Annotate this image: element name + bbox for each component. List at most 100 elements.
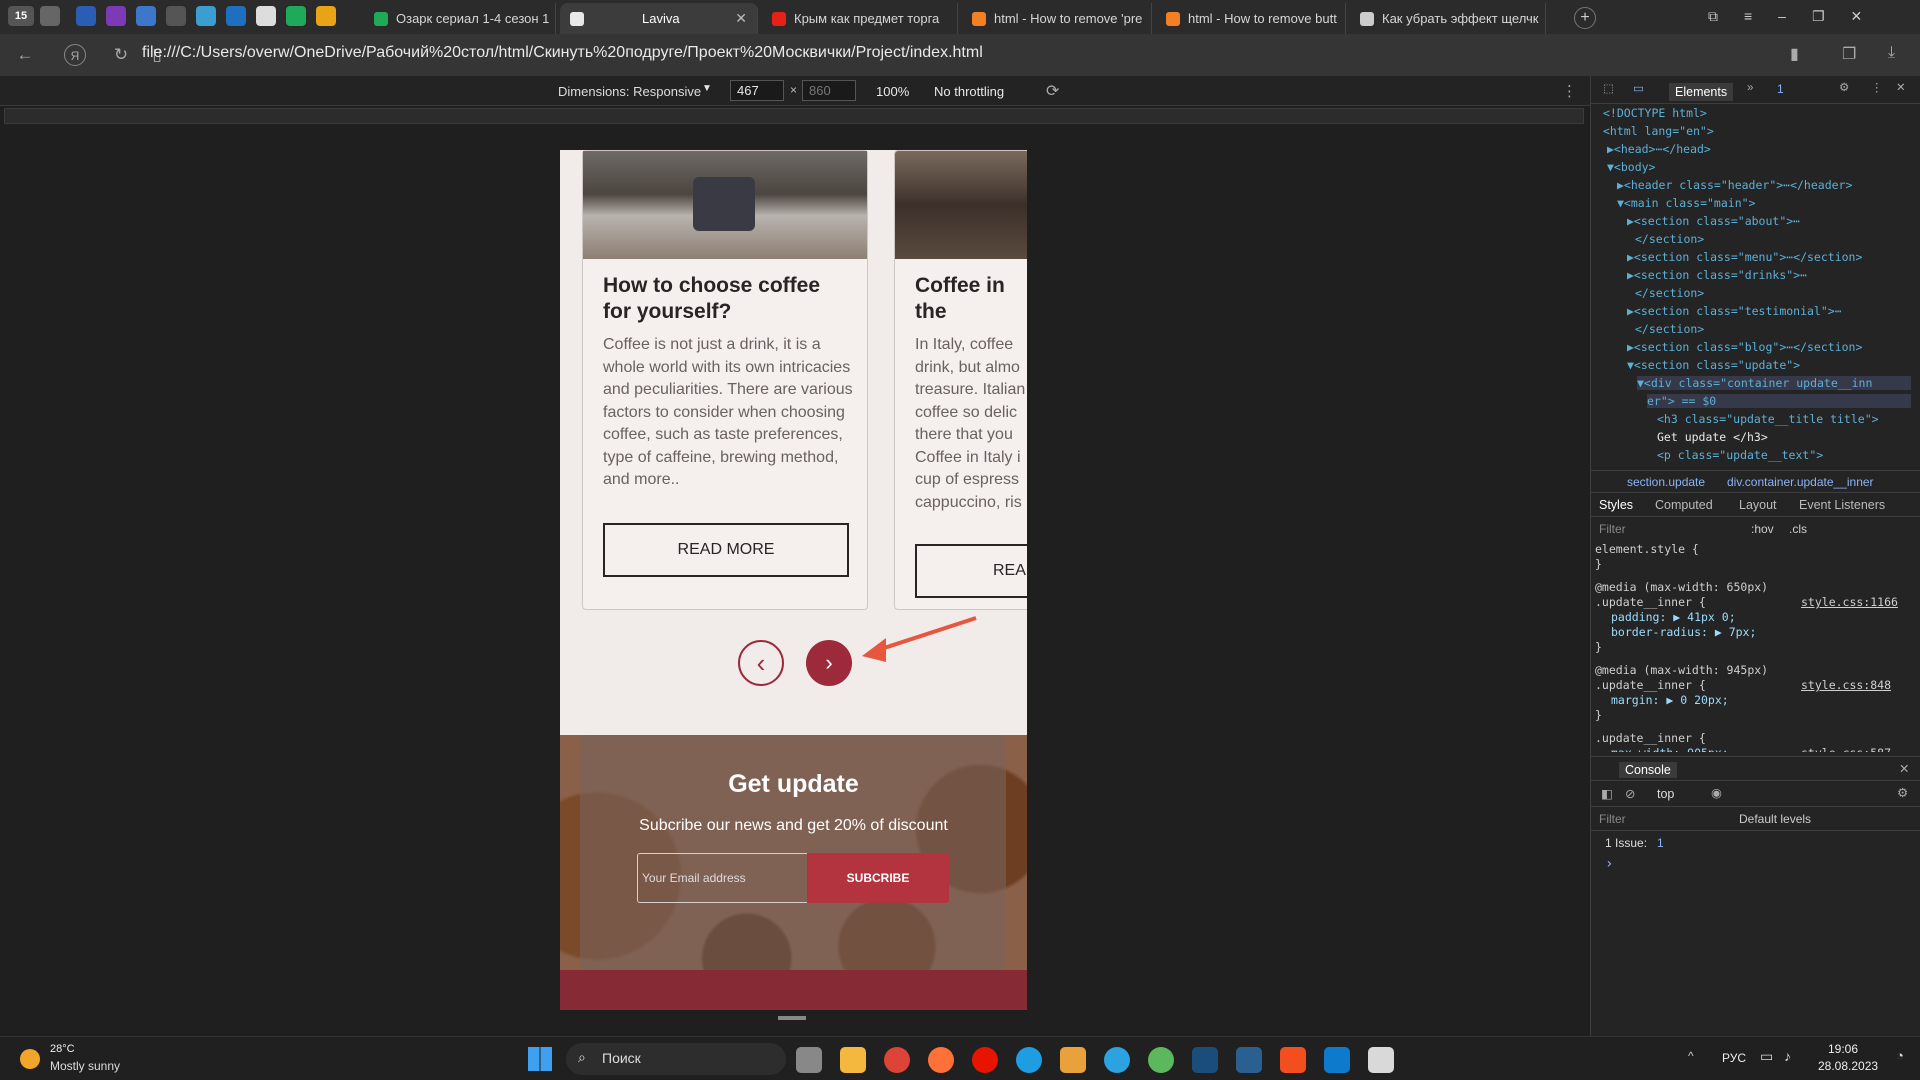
tab-click-effect[interactable]: Как убрать эффект щелчк — [1350, 3, 1546, 34]
css-declaration[interactable]: } — [1595, 708, 1602, 722]
volume-icon[interactable]: ♪ — [1784, 1048, 1791, 1064]
css-source-link[interactable]: style.css:848 — [1801, 678, 1891, 692]
pinned-tab-icon[interactable] — [136, 6, 156, 26]
tab-stackoverflow-1[interactable]: html - How to remove 'pre — [962, 3, 1152, 34]
breadcrumb-item[interactable]: section.update — [1627, 475, 1705, 489]
yandex-browser-icon[interactable] — [972, 1047, 998, 1073]
dom-node[interactable]: ▼<main class="main"> — [1617, 196, 1755, 210]
windows-start-icon[interactable] — [528, 1047, 552, 1071]
more-options-icon[interactable]: ⋮ — [1562, 82, 1577, 100]
tab-styles[interactable]: Styles — [1599, 498, 1633, 512]
gear-icon[interactable]: ⚙ — [1897, 785, 1908, 800]
bookmark-icon[interactable]: ▮ — [1790, 44, 1799, 64]
url-field[interactable]: file:///C:/Users/overw/OneDrive/Рабочий%… — [142, 44, 983, 62]
pinned-tab-icon[interactable] — [40, 6, 60, 26]
cls-toggle[interactable]: .cls — [1789, 522, 1807, 536]
tab-layout[interactable]: Layout — [1739, 498, 1777, 512]
pinned-tab-icon[interactable] — [106, 6, 126, 26]
throttling-dropdown[interactable]: No throttling — [934, 84, 1004, 99]
tab-elements[interactable]: Elements — [1669, 83, 1734, 101]
dom-node[interactable]: <html lang="en"> — [1603, 124, 1714, 138]
monitor-icon[interactable]: ▭ — [1760, 1048, 1773, 1065]
dom-node[interactable]: </section> — [1635, 286, 1704, 300]
taskbar-search[interactable]: ⌕ Поиск — [566, 1043, 786, 1075]
prev-slide-button[interactable]: ‹ — [738, 640, 784, 686]
steam-icon[interactable] — [1192, 1047, 1218, 1073]
app-icon[interactable] — [1368, 1047, 1394, 1073]
dom-node[interactable]: ▶<section class="drinks">⋯ — [1627, 268, 1807, 282]
pinned-tab-icon[interactable] — [286, 6, 306, 26]
clear-console-icon[interactable]: ⊘ — [1625, 786, 1635, 801]
css-declaration[interactable]: .update__inner { — [1595, 595, 1706, 609]
resize-handle[interactable] — [778, 1016, 806, 1020]
tab-stackoverflow-2[interactable]: html - How to remove butt — [1156, 3, 1346, 34]
dom-node[interactable]: ▶<head>⋯</head> — [1607, 142, 1711, 156]
hov-toggle[interactable]: :hov — [1751, 522, 1774, 536]
console-tab[interactable]: Console — [1619, 762, 1677, 778]
zoom-dropdown[interactable]: 100% — [876, 84, 909, 99]
clock-date[interactable]: 28.08.2023 — [1818, 1059, 1878, 1073]
pinned-tab-icon[interactable] — [226, 6, 246, 26]
task-view-icon[interactable] — [796, 1047, 822, 1073]
vscode-icon[interactable] — [1324, 1047, 1350, 1073]
issues-badge[interactable]: 1 — [1777, 82, 1784, 96]
tab-laviva[interactable]: Laviva ✕ — [560, 3, 758, 34]
log-levels-dropdown[interactable]: Default levels — [1739, 812, 1811, 826]
dom-node[interactable]: ▼<body> — [1607, 160, 1655, 174]
download-icon[interactable]: ⤓ — [1888, 44, 1895, 62]
close-icon[interactable]: ✕ — [1899, 761, 1909, 776]
css-declaration[interactable]: padding: ▶ 41px 0; — [1611, 610, 1736, 624]
chrome-icon[interactable] — [884, 1047, 910, 1073]
notification-icon[interactable]: ◔ — [1896, 1048, 1904, 1063]
device-toggle-icon[interactable]: ▭ — [1633, 81, 1644, 95]
console-prompt[interactable]: › — [1605, 856, 1613, 872]
css-declaration[interactable]: margin: ▶ 0 20px; — [1611, 693, 1729, 707]
dom-node[interactable]: <!DOCTYPE html> — [1603, 106, 1707, 120]
language-indicator[interactable]: РУС — [1722, 1051, 1746, 1065]
css-source-link[interactable]: style.css:1166 — [1801, 595, 1898, 609]
height-input[interactable]: 860 — [802, 80, 856, 101]
css-declaration[interactable]: max-width: 905px; — [1611, 746, 1729, 752]
email-input[interactable]: Your Email address — [637, 853, 807, 903]
dom-node[interactable]: er"> == $0 — [1647, 394, 1911, 408]
tray-chevron-icon[interactable]: ^ — [1688, 1049, 1694, 1063]
dom-node[interactable]: ▶<section class="blog">⋯</section> — [1627, 340, 1862, 354]
styles-filter-input[interactable]: Filter — [1599, 522, 1626, 536]
tab-ozark[interactable]: Озарк сериал 1-4 сезон 1 — [364, 3, 556, 34]
reload-icon[interactable]: ↻ — [110, 44, 132, 66]
new-tab-button[interactable]: + — [1574, 7, 1596, 29]
dom-node[interactable]: <h3 class="update__title title"> — [1657, 412, 1879, 426]
clock-time[interactable]: 19:06 — [1828, 1042, 1858, 1056]
eye-icon[interactable]: ◉ — [1711, 785, 1722, 800]
pinned-tab-icon[interactable] — [256, 6, 276, 26]
pinned-tab-icon[interactable] — [316, 6, 336, 26]
more-tabs-icon[interactable]: » — [1747, 82, 1753, 94]
dom-node[interactable]: </section> — [1635, 232, 1704, 246]
breadcrumb-item[interactable]: div.container.update__inner — [1727, 475, 1874, 489]
console-filter-input[interactable]: Filter — [1599, 812, 1626, 826]
dom-node[interactable]: ▼<section class="update"> — [1627, 358, 1800, 372]
dom-node[interactable]: ▼<div class="container update__inn — [1637, 376, 1911, 390]
rotate-icon[interactable]: ⟳ — [1046, 81, 1059, 101]
explorer-icon[interactable] — [840, 1047, 866, 1073]
close-tab-icon[interactable]: ✕ — [735, 10, 747, 27]
tab-computed[interactable]: Computed — [1655, 498, 1713, 512]
subscribe-button[interactable]: SUBCRIBE — [807, 853, 949, 903]
tab-crimea[interactable]: Крым как предмет торга — [762, 3, 958, 34]
firefox-icon[interactable] — [928, 1047, 954, 1073]
css-declaration[interactable]: } — [1595, 557, 1602, 571]
dom-node[interactable]: ▶<section class="testimonial">⋯ — [1627, 304, 1842, 318]
pinned-tab-icon[interactable] — [166, 6, 186, 26]
pinned-tab-icon[interactable] — [76, 6, 96, 26]
css-source-link[interactable]: style.css:587 — [1801, 746, 1891, 752]
issues-link[interactable]: 1 Issue: — [1605, 836, 1647, 850]
dom-node[interactable]: Get update </h3> — [1657, 430, 1768, 444]
dom-node[interactable]: <p class="update__text"> — [1657, 448, 1823, 462]
context-select[interactable]: top — [1657, 787, 1674, 801]
read-more-button[interactable]: READ MORE — [603, 523, 849, 577]
collections-icon[interactable]: ❐ — [1842, 44, 1856, 64]
steam-icon[interactable] — [1236, 1047, 1262, 1073]
yandex-icon[interactable]: Я — [64, 44, 86, 66]
css-declaration[interactable]: .update__inner { — [1595, 678, 1706, 692]
app-icon[interactable] — [1060, 1047, 1086, 1073]
